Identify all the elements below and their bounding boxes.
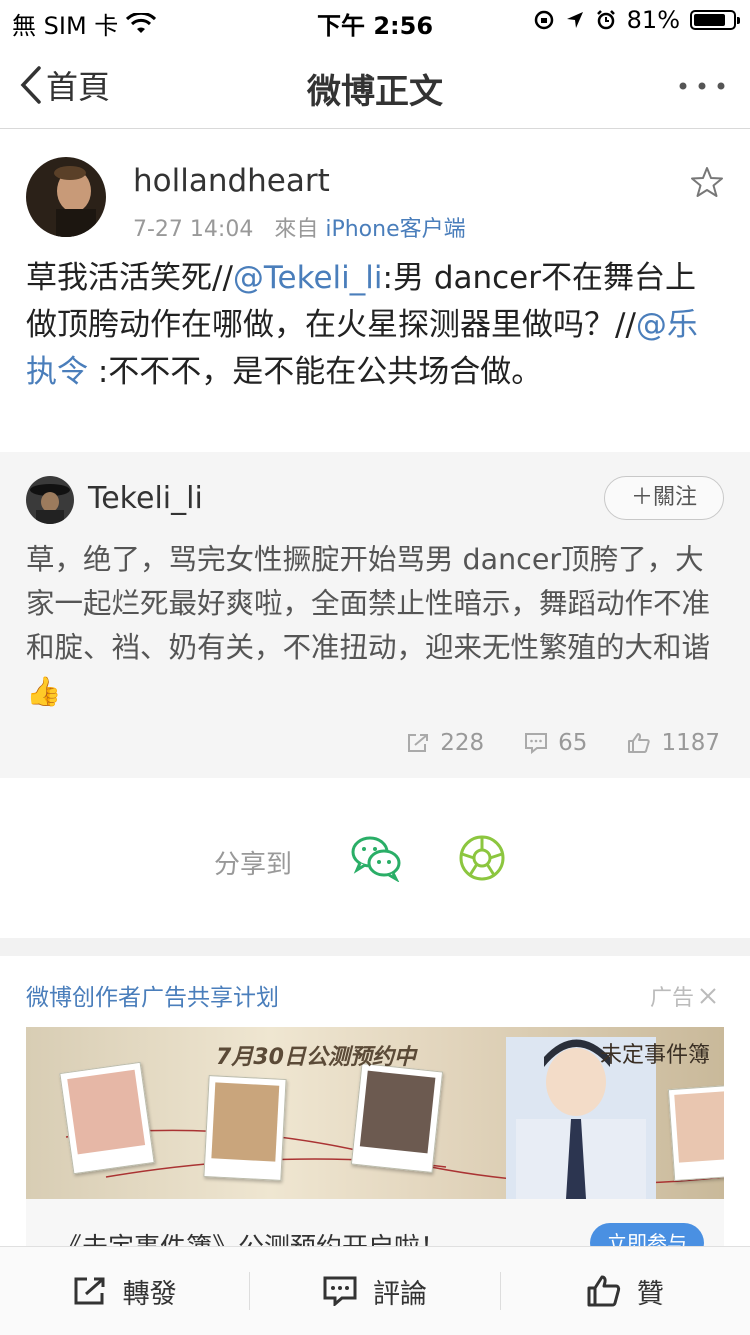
favorite-button[interactable] — [690, 165, 724, 203]
close-icon — [700, 988, 716, 1004]
thumbs-up-icon — [628, 733, 651, 753]
bottom-action-bar: 轉發 評論 贊 — [0, 1246, 750, 1335]
page-title: 微博正文 — [307, 72, 443, 112]
comment-label: 評論 — [372, 1278, 427, 1310]
alarm-icon — [596, 10, 615, 30]
repost-icon — [408, 734, 429, 752]
comment-button[interactable]: 評論 — [250, 1272, 499, 1311]
post-source[interactable]: iPhone客户端 — [325, 217, 465, 242]
avatar-image — [26, 157, 106, 237]
follow-button[interactable]: ＋關注 — [604, 476, 724, 520]
comment-icon — [525, 733, 548, 754]
location-icon — [566, 12, 583, 28]
repost-card[interactable]: Tekeli_li ＋關注 草，绝了，骂完女性撅腚开始骂男 dancer顶胯了，… — [0, 452, 750, 778]
section-divider — [0, 938, 750, 956]
repost-body: 草，绝了，骂完女性撅腚开始骂男 dancer顶胯了，大家一起烂死最好爽啦，全面禁… — [26, 543, 711, 708]
more-dots-icon — [679, 82, 725, 90]
repost-author-avatar[interactable] — [26, 476, 74, 524]
status-right: 81% — [533, 6, 740, 34]
comment-count-value: 65 — [558, 730, 588, 756]
battery-icon — [690, 10, 740, 30]
ad-close-button[interactable]: 广告 — [650, 980, 718, 1012]
like-count-value: 1187 — [661, 730, 720, 756]
post-text-segment: 草我活活笑死// — [26, 260, 233, 296]
ad-card[interactable]: 微博创作者广告共享计划 广告 7月30日公测预约中 未定事件簿 立即参与 — [0, 956, 750, 1263]
ad-banner-photo — [350, 1062, 444, 1174]
star-icon — [691, 167, 723, 197]
ad-program-title[interactable]: 微博创作者广告共享计划 — [26, 978, 279, 1012]
share-moments-button[interactable] — [458, 834, 506, 886]
battery-percent: 81% — [626, 6, 680, 34]
thumbs-up-icon — [587, 1275, 620, 1307]
repost-icon — [74, 1277, 105, 1305]
post-text-segment: :不不不，是不能在公共场合做。 — [88, 354, 543, 390]
source-prefix: 來自 — [274, 217, 319, 242]
share-row: 分享到 — [0, 778, 750, 938]
ad-banner-photo — [59, 1061, 155, 1175]
mention-link[interactable]: @Tekeli_li — [233, 260, 383, 296]
comment-count[interactable]: 65 — [524, 730, 587, 756]
wechat-icon — [351, 836, 401, 883]
avatar-image — [26, 476, 74, 524]
like-button[interactable]: 贊 — [501, 1272, 750, 1311]
ad-label: 广告 — [649, 986, 694, 1011]
share-label: 分享到 — [214, 850, 293, 880]
comment-icon — [323, 1276, 357, 1306]
status-bar: 無 SIM 卡 下午 2:56 81% — [0, 0, 750, 40]
repost-count-value: 228 — [440, 730, 485, 756]
author-name[interactable]: hollandheart — [133, 163, 330, 199]
repost-button[interactable]: 轉發 — [0, 1272, 249, 1311]
ad-banner-caption: 7月30日公测预约中 — [216, 1045, 416, 1070]
post-meta: 7-27 14:04 來自 iPhone客户端 — [133, 211, 466, 243]
repost-stats: 228 65 1187 — [406, 730, 720, 756]
ad-banner-photo — [667, 1084, 724, 1182]
post-timestamp: 7-27 14:04 — [133, 217, 254, 242]
repost-count[interactable]: 228 — [406, 730, 484, 756]
share-wechat-button[interactable] — [350, 834, 402, 886]
repost-author-name[interactable]: Tekeli_li — [88, 481, 203, 516]
more-button[interactable] — [678, 64, 726, 99]
post-body: 草我活活笑死//@Tekeli_li:男 dancer不在舞台上做顶胯动作在哪做… — [26, 255, 726, 396]
battery-fill — [694, 14, 725, 26]
nav-bar: 首頁 微博正文 — [0, 40, 750, 129]
rotation-lock-icon — [534, 10, 553, 30]
ad-banner-photo — [203, 1075, 287, 1181]
ad-banner-brand: 未定事件簿 — [599, 1043, 710, 1068]
moments-icon — [459, 835, 505, 881]
like-count[interactable]: 1187 — [627, 730, 720, 756]
repost-label: 轉發 — [122, 1278, 177, 1310]
like-label: 贊 — [636, 1278, 664, 1310]
ad-banner-image[interactable]: 7月30日公测预约中 未定事件簿 — [26, 1027, 724, 1199]
author-avatar[interactable] — [26, 157, 106, 237]
